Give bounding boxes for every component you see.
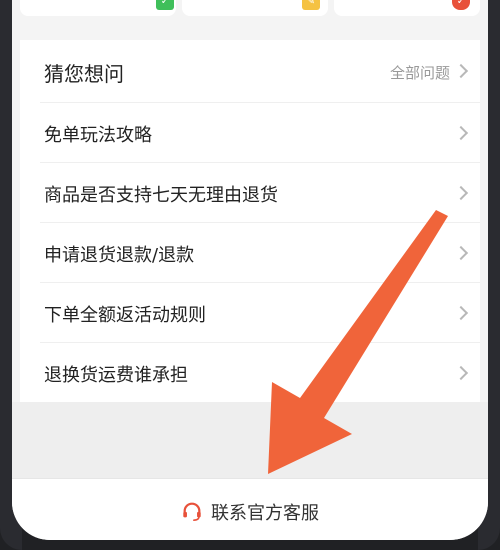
- faq-title: 猜您想问: [44, 62, 124, 86]
- headset-icon: [183, 502, 201, 521]
- chevron-right-icon: [453, 125, 469, 141]
- faq-item[interactable]: 申请退货退款/退款: [20, 222, 480, 282]
- shield-icon: ✓: [452, 0, 470, 10]
- divider: [40, 282, 480, 283]
- divider: [40, 342, 480, 343]
- contact-support-button[interactable]: 联系官方客服: [12, 499, 488, 525]
- service-card-3[interactable]: ✓: [334, 0, 480, 16]
- app-screen: ✓ ✎ ✓ 猜您想问 全部问题 免单玩法攻略 商品是否支持七天无理由退货 申请退…: [12, 0, 488, 540]
- chevron-right-icon: [453, 245, 469, 261]
- faq-panel: 猜您想问 全部问题 免单玩法攻略 商品是否支持七天无理由退货 申请退货退款/退款: [20, 40, 480, 402]
- faq-item-label: 申请退货退款/退款: [44, 245, 195, 266]
- chevron-right-icon: [453, 305, 469, 321]
- divider: [40, 162, 480, 163]
- chevron-right-icon: [453, 185, 469, 201]
- faq-item[interactable]: 商品是否支持七天无理由退货: [20, 162, 480, 222]
- bottom-bar: 联系官方客服: [12, 478, 488, 540]
- service-card-2[interactable]: ✎: [182, 0, 328, 16]
- divider: [40, 102, 480, 103]
- faq-item[interactable]: 退换货运费谁承担: [20, 342, 480, 402]
- faq-item-label: 退换货运费谁承担: [44, 365, 188, 386]
- check-icon: ✓: [156, 0, 174, 10]
- faq-item-label: 商品是否支持七天无理由退货: [44, 185, 278, 206]
- faq-item[interactable]: 免单玩法攻略: [20, 102, 480, 162]
- page-background: [12, 402, 488, 478]
- all-questions-link[interactable]: 全部问题: [390, 62, 450, 83]
- divider: [40, 222, 480, 223]
- faq-item-label: 免单玩法攻略: [44, 125, 152, 146]
- service-cards-strip: ✓ ✎ ✓: [12, 0, 488, 24]
- chevron-right-icon: [453, 365, 469, 381]
- faq-item[interactable]: 下单全额返活动规则: [20, 282, 480, 342]
- edit-icon: ✎: [302, 0, 320, 10]
- service-card-1[interactable]: ✓: [20, 0, 176, 16]
- phone-frame: ✓ ✎ ✓ 猜您想问 全部问题 免单玩法攻略 商品是否支持七天无理由退货 申请退…: [0, 0, 500, 550]
- contact-support-label: 联系官方客服: [211, 503, 319, 524]
- chevron-right-icon: [453, 63, 469, 79]
- faq-header: 猜您想问 全部问题: [20, 40, 480, 102]
- faq-item-label: 下单全额返活动规则: [44, 305, 206, 326]
